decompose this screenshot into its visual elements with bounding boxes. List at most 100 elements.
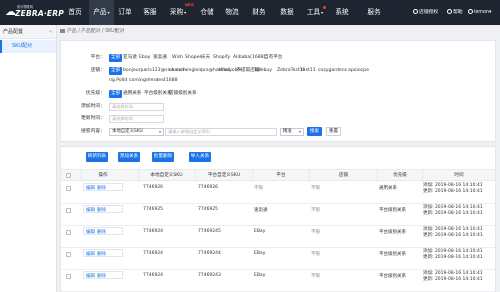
row-checkbox[interactable] [66,208,71,213]
row-checkbox[interactable] [66,274,71,279]
platform-option-2[interactable]: Ebay [139,53,150,62]
delete-link[interactable]: 删除 [97,185,106,191]
edit-link[interactable]: 编辑 [86,185,95,191]
search-input[interactable]: 请输入本地自定义SKU [165,127,277,136]
nav-item-label: 工具 [306,8,321,16]
nav-item-5[interactable]: 仓储 [196,0,218,25]
row-checkbox[interactable] [66,230,71,235]
nav-item-2[interactable]: 订单 [114,0,136,25]
sidebar-header: 产品配置 « [0,25,56,39]
nav-item-7[interactable]: 财务 [248,0,270,25]
nav-item-1[interactable]: 产品▾ [89,0,114,25]
col-header-priority: 优先级 [393,173,407,178]
shop-auth-link[interactable]: 店铺授权 [413,0,438,25]
nav-item-8[interactable]: 数据 [276,0,298,25]
nav-item-10[interactable]: 系统 [330,0,354,25]
updated-time-cell: 更新: 2019-08-16 14:10:41 [423,233,483,238]
nav-item-label: 采购 [169,8,184,16]
platform-cell: 不限 [254,186,263,191]
nav-item-label: 数据 [280,8,294,16]
shop-option-11[interactable]: test1688 [157,76,178,85]
add-time-input[interactable]: 请选择时间 [109,102,164,111]
platform-option-7[interactable]: Shopify [213,53,230,62]
platform-sku-cell: 7746926 [198,185,219,190]
platform-cell: EBay [254,251,266,256]
local-sku-cell: 7746924 [143,273,164,278]
priority-option-2[interactable]: 平台级别关系 [144,89,172,98]
update-time-input[interactable]: 请选择时间 [109,114,164,123]
shop-option-0[interactable]: 全部 [109,66,123,75]
priority-label: 优先级： [85,91,105,96]
delete-link[interactable]: 删除 [97,229,106,235]
platform-option-5[interactable]: Shopee [185,53,202,62]
match-mode-select[interactable]: 精准 ▾ [280,127,304,136]
import-relation-button[interactable]: 导入关系 [189,152,211,162]
reset-button[interactable]: 重置 [326,127,341,136]
batch-delete-button[interactable]: 批量删除 [152,152,174,162]
shop-option-9[interactable]: ng.Polld [109,76,127,85]
nav-item-3[interactable]: 客服 [139,0,161,25]
updated-time-cell: 更新: 2019-08-16 14:10:41 [423,189,483,194]
user-menu[interactable]: lemon▾ [468,0,491,25]
nav-item-9[interactable]: 工具▾ [303,0,327,25]
refresh-list-button[interactable]: 刷新列表 [86,152,108,162]
row-checkbox[interactable] [66,252,71,257]
chevron-down-icon: ▾ [321,10,324,15]
add-time-label: 添加时间： [81,104,105,109]
updated-time-cell: 更新: 2019-08-16 14:10:41 [423,211,483,216]
table-row: 编辑 删除 7746924 77469243 EBay 不限 平台级别关系 添加: 2019-… [61,270,495,292]
chevron-down-icon: ▾ [158,128,161,134]
edit-link[interactable]: 编辑 [86,273,95,279]
edit-link[interactable]: 编辑 [86,207,95,213]
edit-link[interactable]: 编辑 [86,229,95,235]
shop-option-6[interactable]: test11 [301,66,316,75]
updated-time-cell: 更新: 2019-08-16 14:10:41 [423,255,483,260]
add-relation-button[interactable]: 添加关系 [118,152,140,162]
home-icon[interactable] [60,28,65,33]
platform-option-3[interactable]: 速卖通 [153,53,167,62]
search-field-select[interactable]: 本地自定义SKU ▾ [109,127,164,136]
shop-cell: 不限 [311,186,320,191]
nav-item-label: 订单 [118,8,132,16]
priority-option-1[interactable]: 通用关系 [123,89,141,98]
platform-option-9[interactable]: 自有平台 [264,53,282,62]
nav-item-0[interactable]: 首页 [64,0,86,25]
shop-option-4[interactable]: Totebuy [254,66,272,75]
local-sku-cell: 7746924 [143,229,164,234]
search-button[interactable]: 搜索 [307,127,322,136]
priority-option-0[interactable]: 全部 [109,89,123,98]
platform-option-4[interactable]: Wish [172,53,183,62]
add-time-row: 添加时间： 请选择时间 [61,102,495,111]
shop-cell: 不限 [311,274,320,279]
delete-link[interactable]: 删除 [97,273,106,279]
shop-option-8[interactable]: apoiocpe [348,66,369,75]
local-sku-cell: 7746926 [143,185,164,190]
nav-item-4[interactable]: 采购▾ NEW [164,0,194,25]
nav-item-6[interactable]: 物流 [221,0,243,25]
delete-link[interactable]: 删除 [97,207,106,213]
platform-option-0[interactable]: 全部 [109,53,123,62]
help-icon [447,9,452,14]
nav-item-11[interactable]: 服务 [361,0,387,25]
sidebar-item-sku-pairing[interactable]: SKU配对 [0,40,56,53]
shop-filter-row-2: ng.Polld comingdress test1688 [61,76,495,85]
collapse-icon[interactable]: « [49,25,52,39]
platform-option-1[interactable]: 亚马逊 [123,53,137,62]
select-all-checkbox[interactable] [66,173,71,178]
new-badge: NEW [184,3,194,7]
platform-option-8[interactable]: Alibaba(1688) [233,53,265,62]
table-row: 编辑 删除 7746926 7746926 不限 不限 通用关系 添加: 2019-08-16… [61,182,495,204]
table-row: 编辑 删除 7746924 77469244 EBay 不限 平台级别关系 添加: 2019-… [61,248,495,270]
chevron-down-icon: ▾ [298,128,301,134]
shop-option-7[interactable]: cozygardens [318,66,347,75]
logo[interactable]: ☁ 斑马物联网 ZEBRA·ERP [5,3,64,21]
filter-panel: 平台： 全部 亚马逊 Ebay 速卖通 Wish Shopee 乐天 Shopify Aliba… [60,40,496,142]
help-link[interactable]: 帮助 [447,0,463,25]
platform-option-6[interactable]: 乐天 [201,53,210,62]
edit-link[interactable]: 编辑 [86,251,95,257]
row-checkbox[interactable] [66,186,71,191]
priority-option-3[interactable]: 店铺级别关系 [169,89,197,98]
delete-link[interactable]: 删除 [97,251,106,257]
priority-filter-row: 优先级： 全部 通用关系 平台级别关系 店铺级别关系 [61,89,495,98]
shop-option-10[interactable]: comingdress [129,76,158,85]
